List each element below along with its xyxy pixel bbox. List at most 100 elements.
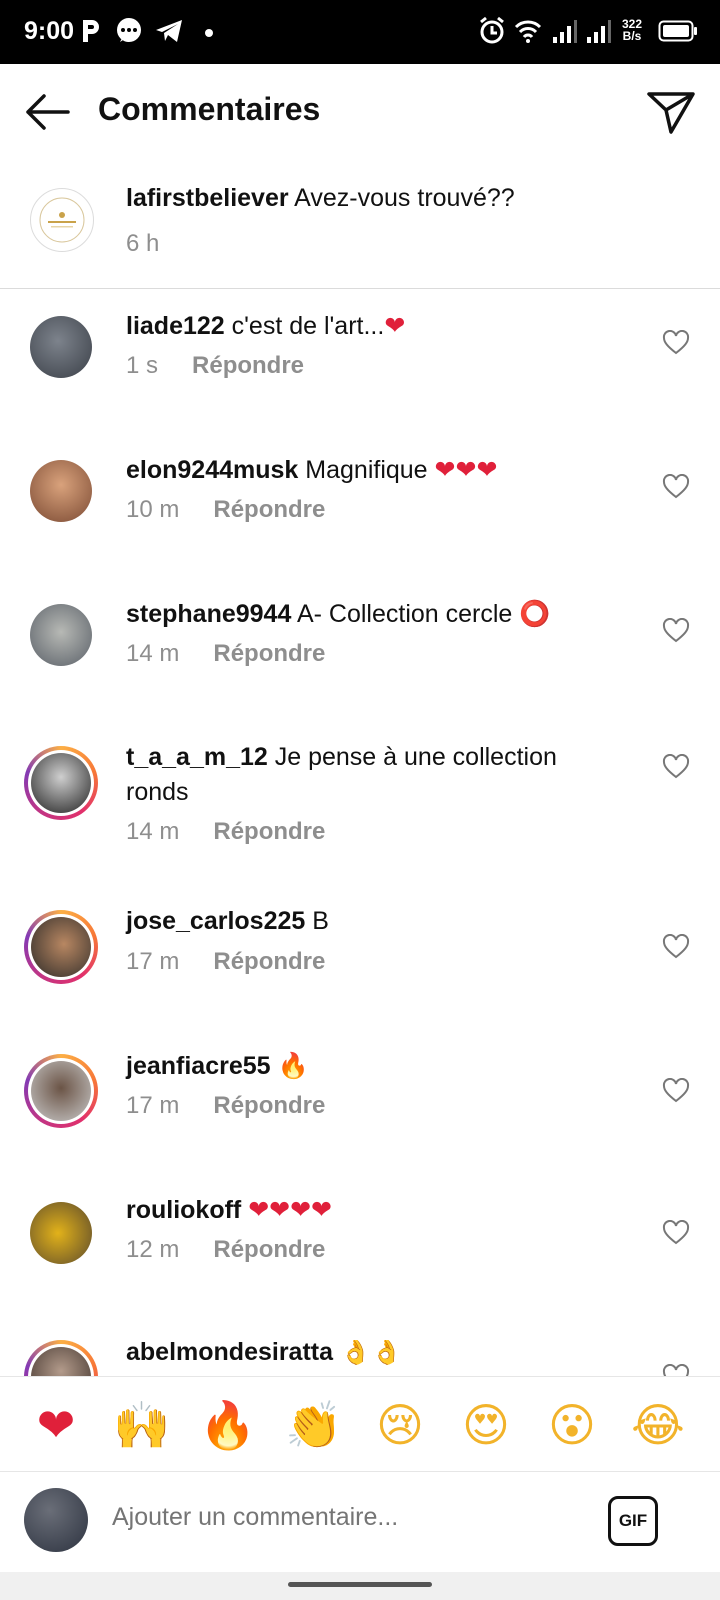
gif-button[interactable]: GIF [608,1496,658,1546]
comment-timestamp: 1 s [126,352,159,379]
commenter-avatar [31,753,91,813]
system-nav-bar [0,1572,720,1600]
reaction-clapping-button[interactable]: 👏 [284,1395,344,1455]
comment-body: A- Collection cercle [296,600,513,628]
commenter-avatar-story-ring[interactable] [24,910,98,984]
caption-body: Avez-vous trouvé?? [294,184,515,212]
comment-emoji: 👌👌 [339,1340,403,1366]
alarm-icon [480,16,504,44]
comment-username[interactable]: stephane9944 [126,600,291,628]
reaction-heart-button[interactable]: ❤ [26,1395,86,1455]
commenter-avatar-story-ring[interactable] [24,1340,98,1376]
comment-username[interactable]: elon9244musk [126,456,298,484]
comment-emoji: ❤ [384,311,406,340]
reply-button[interactable]: Répondre [213,818,325,845]
messenger-app-icon [117,18,141,42]
comment-meta: 14 m Répondre [126,640,325,668]
comment-text: stephane9944 A- Collection cercle ⭕ [126,596,626,632]
reaction-fire-button[interactable]: 🔥 [198,1395,258,1455]
comment-username[interactable]: rouliokoff [126,1196,241,1224]
comment-text: liade122 c'est de l'art...❤ [126,308,626,344]
comment-emoji: ❤❤❤ [434,455,498,484]
comment-emoji: ❤❤❤❤ [248,1195,333,1224]
reply-button[interactable]: Répondre [213,496,325,523]
heart-icon[interactable] [662,618,690,644]
current-user-avatar [24,1488,88,1552]
heart-icon[interactable] [662,474,690,500]
heart-icon[interactable] [662,330,690,356]
reaction-crying-button[interactable]: 😢 [370,1395,430,1455]
comment-timestamp: 14 m [126,640,180,667]
comment-meta: 17 m Répondre [126,948,325,976]
direct-share-icon[interactable] [645,86,697,138]
comment-timestamp: 12 m [126,1236,180,1263]
comment-item: jeanfiacre55 🔥 17 m Répondre [0,1051,720,1164]
comment-timestamp: 17 m [126,948,180,975]
reply-button[interactable]: Répondre [213,1092,325,1119]
commenter-avatar [31,1061,91,1121]
signal-icon-1 [553,20,577,43]
comment-text: jeanfiacre55 🔥 [126,1048,626,1084]
comment-item: jose_carlos225 B 17 m Répondre [0,907,720,1020]
post-caption: lafirstbeliever Avez-vous trouvé?? 6 h [0,166,720,289]
comment-body: B [312,907,329,935]
page-title: Commentaires [98,91,321,127]
comment-meta: 10 m Répondre [126,496,325,524]
commenter-avatar [31,917,91,977]
reply-button[interactable]: Répondre [213,948,325,975]
heart-icon[interactable] [662,754,690,780]
comment-username[interactable]: jeanfiacre55 [126,1052,271,1080]
caption-avatar[interactable] [30,188,94,252]
comment-username[interactable]: liade122 [126,312,225,340]
reaction-raised-hands-button[interactable]: 🙌 [112,1395,172,1455]
reaction-laughing-button[interactable]: 😂 [628,1395,688,1455]
parking-app-icon [83,20,99,42]
comment-meta: 14 m Répondre [126,818,325,846]
commenter-avatar[interactable] [30,1202,92,1264]
reply-button[interactable]: Répondre [213,1236,325,1263]
reaction-surprised-button[interactable]: 😮 [542,1395,602,1455]
caption-timestamp: 6 h [126,230,160,257]
signal-icon-2 [587,20,611,43]
commenter-avatar[interactable] [30,316,92,378]
heart-icon[interactable] [662,1220,690,1246]
brand-logo-icon [39,197,85,243]
comment-item: stephane9944 A- Collection cercle ⭕ 14 m… [0,599,720,714]
caption-text: lafirstbeliever Avez-vous trouvé?? [126,184,515,213]
caption-username[interactable]: lafirstbeliever [126,184,289,212]
comment-item: t_a_a_m_12 Je pense à une collection ron… [0,743,720,876]
status-bar: 9:00 322 B/s [0,0,720,64]
commenter-avatar[interactable] [30,460,92,522]
header: Commentaires [0,64,720,160]
comment-input[interactable] [110,1502,574,1533]
back-arrow-icon[interactable] [22,88,72,136]
comment-item: rouliokoff ❤❤❤❤ 12 m Répondre [0,1195,720,1312]
commenter-avatar-story-ring[interactable] [24,746,98,820]
heart-icon[interactable] [662,1078,690,1104]
comment-username[interactable]: abelmondesiratta [126,1340,333,1366]
comment-text: t_a_a_m_12 Je pense à une collection ron… [126,740,626,810]
commenter-avatar[interactable] [30,604,92,666]
comment-username[interactable]: jose_carlos225 [126,907,305,935]
comment-item: liade122 c'est de l'art...❤ 1 s Répondre [0,311,720,426]
comment-emoji: 🔥 [277,1051,309,1080]
commenter-avatar-story-ring[interactable] [24,1054,98,1128]
quick-reactions-bar: ❤ 🙌 🔥 👏 😢 😍 😮 😂 [0,1376,720,1472]
comment-text: abelmondesiratta 👌👌 [126,1340,626,1370]
comment-timestamp: 14 m [126,818,180,845]
reply-button[interactable]: Répondre [213,640,325,667]
heart-icon[interactable] [662,1364,690,1376]
comment-timestamp: 10 m [126,496,180,523]
heart-icon[interactable] [662,934,690,960]
home-gesture-handle[interactable] [288,1582,432,1587]
wifi-icon [514,20,542,43]
comment-emoji: ⭕ [519,599,551,628]
reply-button[interactable]: Répondre [192,352,304,379]
comment-composer: GIF [0,1472,720,1572]
comment-item: abelmondesiratta 👌👌 [0,1340,720,1376]
comment-username[interactable]: t_a_a_m_12 [126,743,268,771]
reaction-heart-eyes-button[interactable]: 😍 [456,1395,516,1455]
comment-text: jose_carlos225 B [126,904,626,939]
notification-dot-icon [205,29,213,37]
comment-timestamp: 17 m [126,1092,180,1119]
